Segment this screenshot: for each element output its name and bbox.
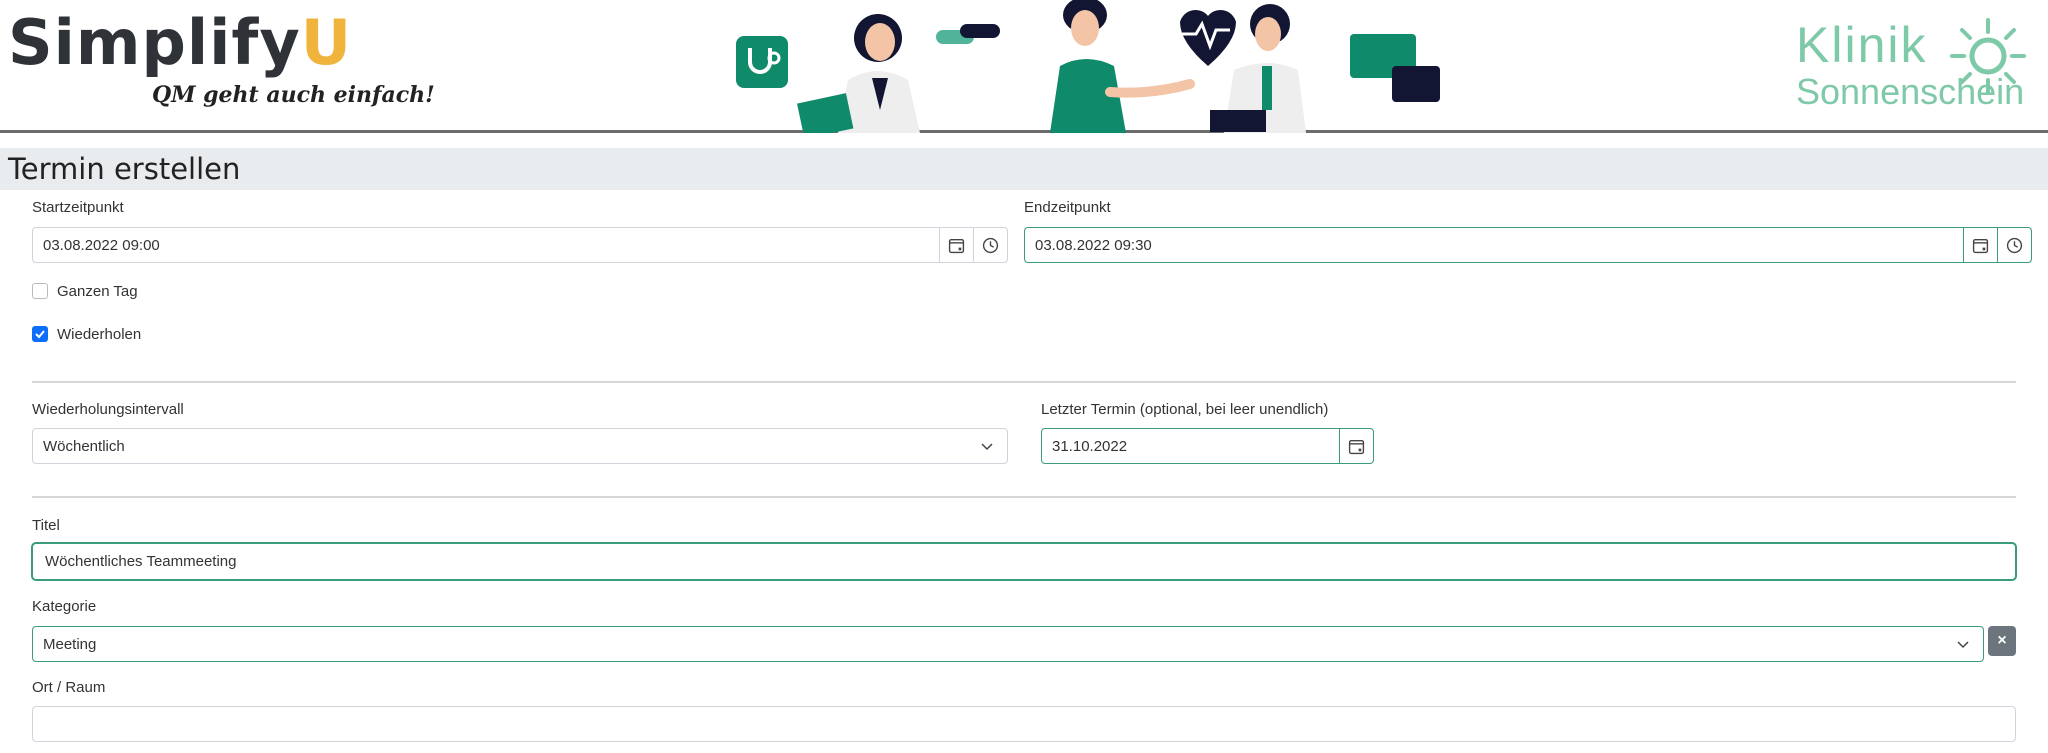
start-value: 03.08.2022 09:00 [43, 236, 160, 254]
location-label: Ort / Raum [32, 679, 106, 696]
interval-label: Wiederholungsintervall [32, 401, 184, 418]
category-value: Meeting [43, 635, 97, 653]
medical-staff-illustration [736, 0, 1440, 133]
all-day-label: Ganzen Tag [57, 283, 138, 300]
start-datetime-field[interactable]: 03.08.2022 09:00 [32, 227, 1008, 263]
logo-text: Simplify [8, 6, 301, 79]
interval-select[interactable]: Wöchentlich [32, 428, 1008, 464]
category-select[interactable]: Meeting [32, 626, 1984, 662]
end-datetime-field[interactable]: 03.08.2022 09:30 [1024, 227, 2032, 263]
title-input[interactable]: Wöchentliches Teammeeting [32, 543, 2016, 580]
clock-icon[interactable] [973, 228, 1007, 262]
calendar-icon[interactable] [939, 228, 973, 262]
logo-tagline: QM geht auch einfach! [152, 82, 435, 108]
logo-u: U [300, 6, 353, 79]
interval-value: Wöchentlich [43, 437, 125, 455]
repeat-label: Wiederholen [57, 326, 142, 343]
calendar-icon[interactable] [1339, 429, 1373, 463]
end-value: 03.08.2022 09:30 [1035, 236, 1152, 254]
calendar-icon[interactable] [1963, 228, 1997, 262]
app-header: SimplifyU QM geht auch einfach! Klinik S… [0, 0, 2048, 133]
all-day-checkbox[interactable] [32, 283, 48, 299]
clock-icon[interactable] [1997, 228, 2031, 262]
checkmark-icon [35, 330, 45, 339]
chevron-down-icon [967, 439, 1007, 453]
end-label: Endzeitpunkt [1024, 199, 1111, 216]
last-date-value: 31.10.2022 [1052, 437, 1128, 455]
simplifyu-logo[interactable]: SimplifyU [8, 6, 352, 79]
last-date-label: Letzter Termin (optional, bei leer unend… [1041, 401, 1329, 418]
chevron-down-icon [1943, 637, 1983, 651]
title-value: Wöchentliches Teammeeting [45, 553, 237, 570]
divider [32, 496, 2016, 498]
category-label: Kategorie [32, 598, 97, 615]
sun-icon [1950, 18, 2026, 94]
title-label: Titel [32, 517, 60, 534]
clear-category-button[interactable]: × [1988, 626, 2016, 656]
location-input[interactable] [32, 706, 2016, 742]
repeat-checkbox[interactable] [32, 326, 48, 342]
start-label: Startzeitpunkt [32, 199, 124, 216]
page-title-bar: Termin erstellen [0, 148, 2048, 190]
divider [32, 381, 2016, 383]
last-date-field[interactable]: 31.10.2022 [1041, 428, 1374, 464]
page-title: Termin erstellen [8, 152, 241, 186]
